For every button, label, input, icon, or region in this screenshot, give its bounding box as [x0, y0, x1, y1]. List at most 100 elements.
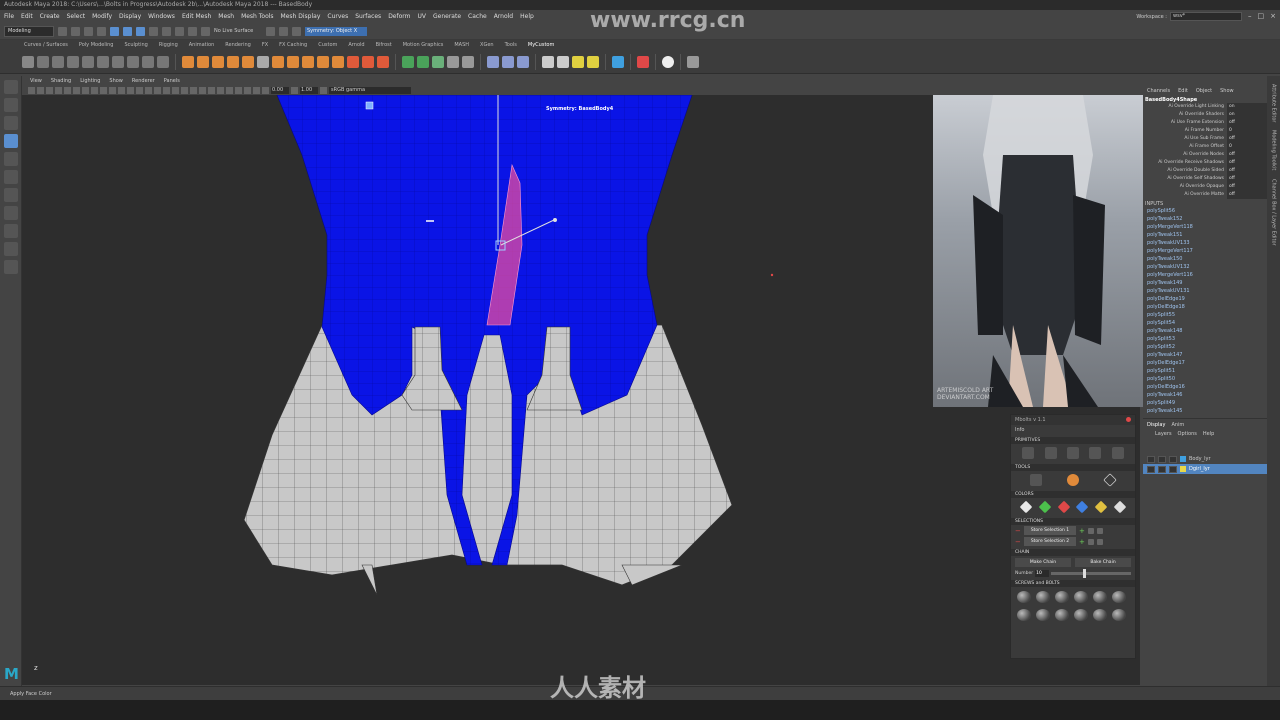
cube-icon[interactable] — [212, 55, 224, 68]
section-selections[interactable]: SELECTIONS — [1011, 518, 1135, 525]
attribute-value[interactable]: off — [1227, 183, 1267, 191]
undo-icon[interactable] — [84, 26, 93, 36]
attribute-row[interactable]: Ai Use Sub Frame off — [1143, 135, 1267, 143]
select-by-hierarchy-icon[interactable] — [110, 26, 119, 36]
maximize-icon[interactable]: □ — [1258, 12, 1265, 20]
menu-mesh-tools[interactable]: Mesh Tools — [241, 13, 273, 20]
primitive-icon[interactable] — [1044, 447, 1057, 459]
panel-tool-icon[interactable] — [208, 86, 215, 94]
input-node[interactable]: polyDelEdge19 — [1143, 295, 1267, 303]
layout-two-icon[interactable] — [4, 242, 18, 256]
panel-menu-view[interactable]: View — [30, 78, 42, 84]
menu-surfaces[interactable]: Surfaces — [355, 13, 381, 20]
panel-tool-icon[interactable] — [82, 86, 89, 94]
panel-tool-icon[interactable] — [253, 86, 260, 94]
panel-tool-icon[interactable] — [91, 86, 98, 94]
cube-icon[interactable] — [197, 55, 209, 68]
shelf-tab-fx-caching[interactable]: FX Caching — [279, 42, 307, 48]
menu-create[interactable]: Create — [40, 13, 60, 20]
tab-display[interactable]: Display — [1147, 422, 1165, 428]
menu-windows[interactable]: Windows — [148, 13, 175, 20]
close-icon[interactable]: × — [1270, 12, 1276, 20]
refresh-icon[interactable] — [1096, 538, 1103, 545]
lock-icon[interactable] — [1087, 527, 1094, 534]
input-node[interactable]: polyTweakUV132 — [1143, 263, 1267, 271]
screw-icon[interactable] — [1093, 609, 1107, 621]
shelf-tool-icon[interactable] — [417, 55, 429, 68]
attribute-row[interactable]: Ai Override Light Linking on — [1143, 103, 1267, 111]
menu-set-dropdown[interactable]: Modeling — [4, 25, 54, 37]
wireframe-icon[interactable] — [118, 86, 125, 94]
screw-icon[interactable] — [1112, 609, 1126, 621]
store-selection-1-button[interactable]: Store Selection 1 — [1024, 526, 1076, 535]
cube-icon[interactable] — [182, 55, 194, 68]
workspace-dropdown[interactable]: wsv* — [1170, 12, 1242, 21]
layer-menu-layers[interactable]: Layers — [1155, 431, 1172, 437]
shelf-tool-icon[interactable] — [82, 55, 94, 68]
panel-tool-icon[interactable] — [154, 86, 161, 94]
tool-icon[interactable] — [1103, 473, 1118, 487]
panel-tool-icon[interactable] — [136, 86, 143, 94]
input-node[interactable]: polyMergeVert118 — [1143, 223, 1267, 231]
store-selection-2-button[interactable]: Store Selection 2 — [1024, 537, 1076, 546]
layer-row[interactable]: Dgirl_lyr — [1143, 464, 1267, 474]
shelf-tool-icon[interactable] — [127, 55, 139, 68]
render-settings-icon[interactable] — [292, 26, 301, 36]
layer-menu-options[interactable]: Options — [1178, 431, 1197, 437]
panel-tool-icon[interactable] — [46, 86, 53, 94]
input-node[interactable]: polyTweak152 — [1143, 215, 1267, 223]
shelf-tool-icon[interactable] — [517, 55, 529, 68]
camera-icon[interactable] — [542, 55, 554, 68]
snap-grid-icon[interactable] — [149, 26, 158, 36]
input-node[interactable]: polyTweak145 — [1143, 407, 1267, 415]
attribute-value[interactable]: on — [1227, 103, 1267, 111]
screw-icon[interactable] — [1074, 609, 1088, 621]
panel-tool-icon[interactable] — [73, 86, 80, 94]
menu-arnold[interactable]: Arnold — [494, 13, 513, 20]
select-by-object-icon[interactable] — [123, 26, 132, 36]
rotate-tool-icon[interactable] — [4, 152, 18, 166]
sphere-icon[interactable] — [362, 55, 374, 68]
snap-curve-icon[interactable] — [162, 26, 171, 36]
menu-modify[interactable]: Modify — [92, 13, 112, 20]
screw-icon[interactable] — [1036, 609, 1050, 621]
shelf-tool-icon[interactable] — [97, 55, 109, 68]
input-node[interactable]: polySplit55 — [1143, 311, 1267, 319]
input-node[interactable]: polySplit49 — [1143, 399, 1267, 407]
shelf-tool-icon[interactable] — [502, 55, 514, 68]
attribute-row[interactable]: Ai Override Nodes off — [1143, 151, 1267, 159]
panel-menu-panels[interactable]: Panels — [164, 78, 180, 84]
bake-chain-button[interactable]: Bake Chain — [1075, 558, 1131, 567]
section-chain[interactable]: CHAIN — [1011, 549, 1135, 556]
shelf-tool-icon[interactable] — [112, 55, 124, 68]
attribute-row[interactable]: Ai Override Opaque off — [1143, 183, 1267, 191]
panel-menu-renderer[interactable]: Renderer — [132, 78, 155, 84]
panel-tool-icon[interactable] — [190, 86, 197, 94]
shelf-tab-animation[interactable]: Animation — [189, 42, 215, 48]
tab-channel-box[interactable]: Channel Box / Layer Editor — [1271, 179, 1277, 246]
outliner-icon[interactable] — [4, 260, 18, 274]
menu-mesh[interactable]: Mesh — [218, 13, 234, 20]
cb-menu-show[interactable]: Show — [1220, 88, 1234, 94]
panel-tool-icon[interactable] — [163, 86, 170, 94]
panel-tool-icon[interactable] — [181, 86, 188, 94]
input-node[interactable]: polyDelEdge16 — [1143, 383, 1267, 391]
material-ball-icon[interactable] — [662, 55, 674, 68]
panel-tool-icon[interactable] — [64, 86, 71, 94]
display-type-toggle[interactable] — [1169, 455, 1177, 463]
input-node[interactable]: polySplit52 — [1143, 343, 1267, 351]
panel-tool-icon[interactable] — [244, 86, 251, 94]
attribute-row[interactable]: Ai Frame Number 0 — [1143, 127, 1267, 135]
shelf-tab-custom[interactable]: Custom — [318, 42, 337, 48]
snap-point-icon[interactable] — [175, 26, 184, 36]
minus-icon[interactable]: − — [1015, 538, 1021, 546]
color-swatch-icon[interactable] — [1019, 500, 1033, 514]
section-tools[interactable]: TOOLS — [1011, 464, 1135, 471]
attribute-value[interactable]: off — [1227, 175, 1267, 183]
attribute-value[interactable]: off — [1227, 159, 1267, 167]
shelf-tab-mash[interactable]: MASH — [454, 42, 469, 48]
screw-icon[interactable] — [1055, 591, 1069, 603]
shelf-tab-xgen[interactable]: XGen — [480, 42, 494, 48]
shelf-tab-sculpting[interactable]: Sculpting — [124, 42, 147, 48]
plus-icon[interactable]: + — [1079, 538, 1085, 546]
